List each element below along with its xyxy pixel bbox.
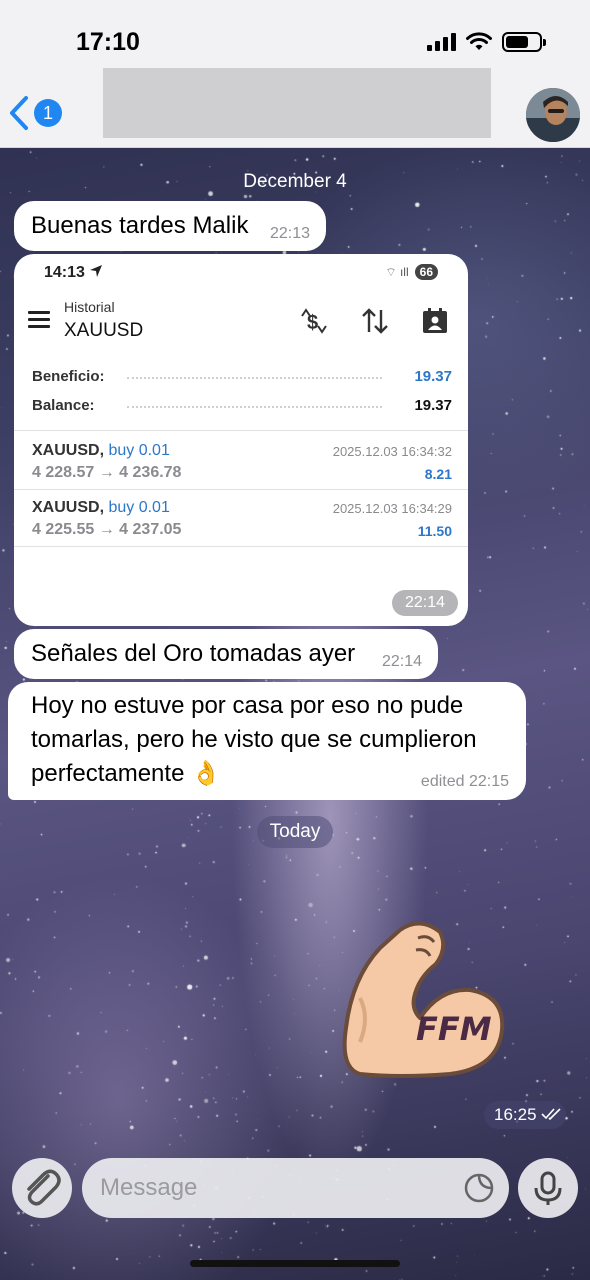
beneficio-value: 19.37 <box>414 368 452 385</box>
hamburger-menu-icon <box>28 311 50 332</box>
history-label: Historial <box>64 299 115 315</box>
message-text: Buenas tardes Malik <box>31 212 249 239</box>
flexed-arm-sticker[interactable]: FFM <box>340 918 508 1078</box>
date-separator-today: Today <box>257 816 333 848</box>
shot-battery: 66 <box>414 264 438 280</box>
message-bubble[interactable]: Hoy no estuve por casa por eso no pude t… <box>8 682 526 800</box>
beneficio-label: Beneficio: <box>32 368 105 385</box>
attach-button[interactable] <box>12 1158 72 1218</box>
deal-symbol: XAUUSD, <box>32 442 105 459</box>
deal-profit: 8.21 <box>424 466 452 482</box>
date-separator: December 4 <box>243 171 347 192</box>
calendar-user-icon <box>423 308 447 333</box>
shot-status-icons: ⌔ ıll 66 <box>385 264 438 280</box>
status-time: 17:10 <box>76 28 140 56</box>
top-bar: 17:10 1 <box>0 0 590 148</box>
message-time: 22:14 <box>381 653 422 670</box>
deal-prices: 4 228.57 → 4 236.78 <box>32 464 182 481</box>
sent-time-text: 16:25 <box>494 1105 537 1124</box>
paperclip-icon <box>27 1169 61 1206</box>
microphone-icon <box>534 1171 562 1205</box>
deal-symbol: XAUUSD, <box>32 499 105 516</box>
message-bubble[interactable]: Señales del Oro tomadas ayer 22:14 <box>14 629 438 679</box>
deal-side: buy 0.01 <box>108 442 170 459</box>
system-icons <box>427 32 546 52</box>
message-time: edited 22:15 <box>420 773 509 790</box>
message-time: 22:13 <box>269 225 310 242</box>
wifi-icon <box>466 32 492 50</box>
currency-exchange-icon: $ <box>301 308 327 334</box>
image-time: 22:14 <box>392 590 458 616</box>
back-button[interactable]: 1 <box>8 95 62 131</box>
message-bubble[interactable]: Buenas tardes Malik 22:13 <box>14 201 326 251</box>
shot-status-time: 14:13 <box>44 264 103 282</box>
location-arrow-icon <box>90 265 103 277</box>
message-input[interactable] <box>100 1172 460 1204</box>
message-input-container[interactable] <box>82 1158 509 1218</box>
sticker-text: FFM <box>416 1010 492 1048</box>
deal-datetime: 2025.12.03 16:34:29 <box>332 501 452 516</box>
beneficio-row: Beneficio: 19.37 <box>32 368 452 385</box>
deal-prices: 4 225.55 → 4 237.05 <box>32 521 182 538</box>
deal-profit: 11.50 <box>417 523 452 539</box>
balance-label: Balance: <box>32 397 95 414</box>
voice-record-button[interactable] <box>518 1158 578 1218</box>
balance-row: Balance: 19.37 <box>32 397 452 414</box>
sticker-icon[interactable] <box>463 1172 495 1204</box>
unread-badge: 1 <box>34 99 62 127</box>
deal-row: XAUUSD, buy 0.01 4 225.55 → 4 237.05 202… <box>32 499 452 545</box>
avatar-photo <box>526 88 580 142</box>
avatar[interactable] <box>526 88 580 142</box>
sort-arrows-icon <box>362 308 388 334</box>
sent-time: 16:25 <box>484 1101 566 1129</box>
image-message[interactable]: 14:13 ⌔ ıll 66 Historial XAUUSD $ Benefi… <box>14 254 468 626</box>
back-chevron-icon <box>10 96 28 130</box>
chat-title-redacted[interactable] <box>103 68 491 138</box>
deal-side: buy 0.01 <box>108 499 170 516</box>
double-check-icon <box>541 1108 561 1121</box>
deal-datetime: 2025.12.03 16:34:32 <box>332 444 452 459</box>
deal-row: XAUUSD, buy 0.01 4 228.57 → 4 236.78 202… <box>32 442 452 488</box>
message-text: Señales del Oro tomadas ayer <box>31 640 356 667</box>
shot-signal-icon: ⌔ ıll <box>385 264 409 279</box>
history-symbol: XAUUSD <box>64 320 144 341</box>
home-indicator <box>190 1260 400 1267</box>
cellular-signal-icon <box>427 33 456 51</box>
battery-icon <box>502 32 546 52</box>
balance-value: 19.37 <box>414 397 452 414</box>
